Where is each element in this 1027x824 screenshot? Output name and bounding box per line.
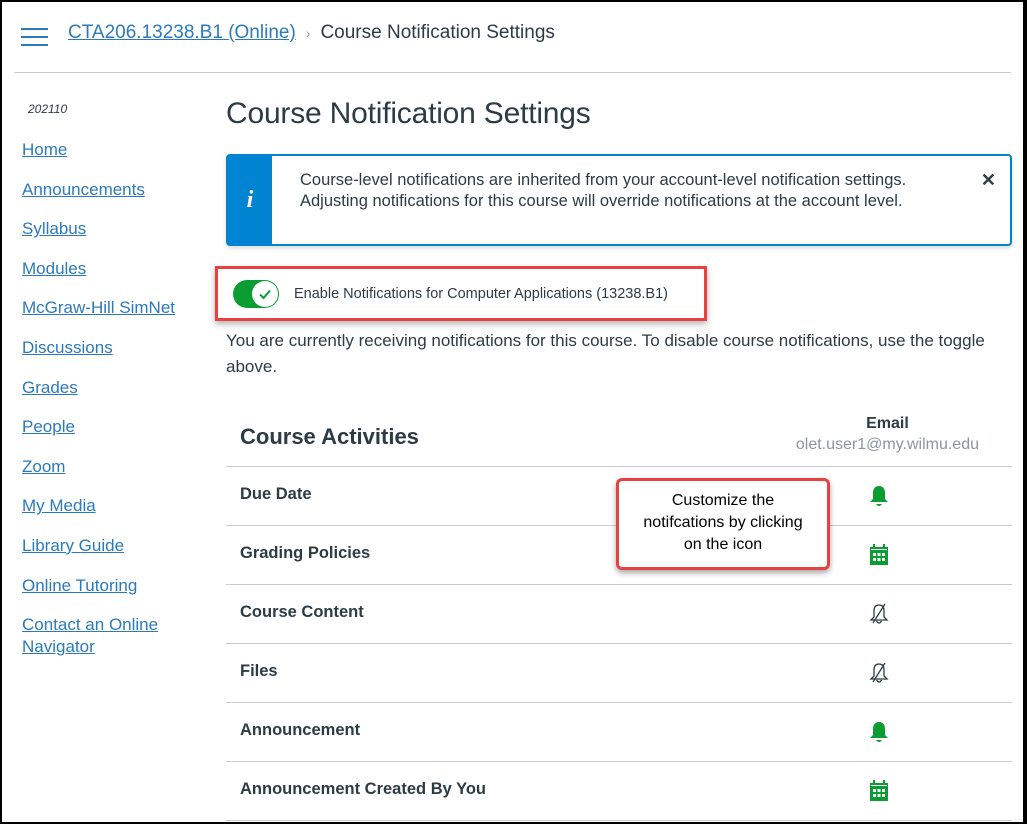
callout-line-1: Customize the <box>671 492 775 509</box>
bell-icon[interactable] <box>867 720 891 744</box>
bell-icon[interactable] <box>867 484 891 508</box>
table-row: Announcement <box>226 703 1012 762</box>
info-alert: i Course-level notifications are inherit… <box>226 154 1012 246</box>
alert-message: Course-level notifications are inherited… <box>300 171 907 210</box>
email-address: olet.user1@my.wilmu.edu <box>795 436 979 453</box>
status-text: You are currently receiving notification… <box>226 331 985 376</box>
nav-people[interactable]: People <box>22 416 202 438</box>
nav-grades[interactable]: Grades <box>22 377 202 399</box>
nav-discussions[interactable]: Discussions <box>22 337 202 359</box>
breadcrumb-course-link[interactable]: CTA206.13238.B1 (Online) <box>68 22 296 44</box>
row-label: Announcement Created By You <box>240 780 487 798</box>
header-divider <box>14 72 1011 73</box>
row-label: Announcement <box>240 721 361 739</box>
email-column-title: Email <box>866 415 909 432</box>
nav-announcements[interactable]: Announcements <box>22 179 202 201</box>
table-row: Files <box>226 644 1012 703</box>
toggle-highlight: Enable Notifications for Computer Applic… <box>215 266 707 321</box>
nav-my-media[interactable]: My Media <box>22 495 202 517</box>
callout-line-2: notifcations by clicking <box>643 514 803 531</box>
calendar-icon[interactable] <box>867 543 891 567</box>
bell-off-icon[interactable] <box>867 602 891 626</box>
nav-simnet[interactable]: McGraw-Hill SimNet <box>22 297 202 319</box>
table-row: Announcement Created By You <box>226 762 1012 821</box>
calendar-icon[interactable] <box>867 779 891 803</box>
table-row: Course Content <box>226 585 1012 644</box>
breadcrumb-current: Course Notification Settings <box>320 22 555 43</box>
instruction-callout: Customize the notifcations by clicking o… <box>616 478 830 570</box>
window-frame: CTA206.13238.B1 (Online) › Course Notifi… <box>0 0 1027 824</box>
callout-line-3: on the icon <box>683 536 763 553</box>
nav-syllabus[interactable]: Syllabus <box>22 218 202 240</box>
row-label: Grading Policies <box>240 544 371 562</box>
close-icon[interactable]: ✕ <box>981 170 996 191</box>
row-label: Course Content <box>240 603 364 621</box>
table-title: Course Activities <box>240 424 419 449</box>
enable-notifications-toggle[interactable] <box>233 279 279 308</box>
row-label: Files <box>240 662 278 680</box>
course-nav: 202110 Home Announcements Syllabus Modul… <box>22 102 202 676</box>
nav-zoom[interactable]: Zoom <box>22 456 202 478</box>
nav-home[interactable]: Home <box>22 139 202 161</box>
term-label: 202110 <box>28 102 68 116</box>
nav-modules[interactable]: Modules <box>22 258 202 280</box>
nav-contact-navigator[interactable]: Contact an Online Navigator <box>22 614 172 658</box>
page-title: Course Notification Settings <box>226 97 591 130</box>
check-icon <box>252 280 278 307</box>
nav-library-guide[interactable]: Library Guide <box>22 535 202 557</box>
breadcrumb-separator: › <box>305 25 311 41</box>
header: CTA206.13238.B1 (Online) › Course Notifi… <box>4 4 1019 74</box>
main-content: Course Notification Settings i Course-le… <box>215 97 1012 821</box>
table-header: Course Activities Email olet.user1@my.wi… <box>226 412 1012 467</box>
toggle-label: Enable Notifications for Computer Applic… <box>294 285 668 302</box>
hamburger-icon[interactable] <box>21 28 49 48</box>
course-activities-table: Course Activities Email olet.user1@my.wi… <box>226 412 1012 821</box>
bell-off-icon[interactable] <box>867 661 891 685</box>
info-icon: i <box>228 156 272 244</box>
email-column-header: Email olet.user1@my.wilmu.edu <box>796 415 979 454</box>
nav-online-tutoring[interactable]: Online Tutoring <box>22 575 202 597</box>
row-label: Due Date <box>240 485 312 503</box>
breadcrumb: CTA206.13238.B1 (Online) › Course Notifi… <box>68 22 555 44</box>
